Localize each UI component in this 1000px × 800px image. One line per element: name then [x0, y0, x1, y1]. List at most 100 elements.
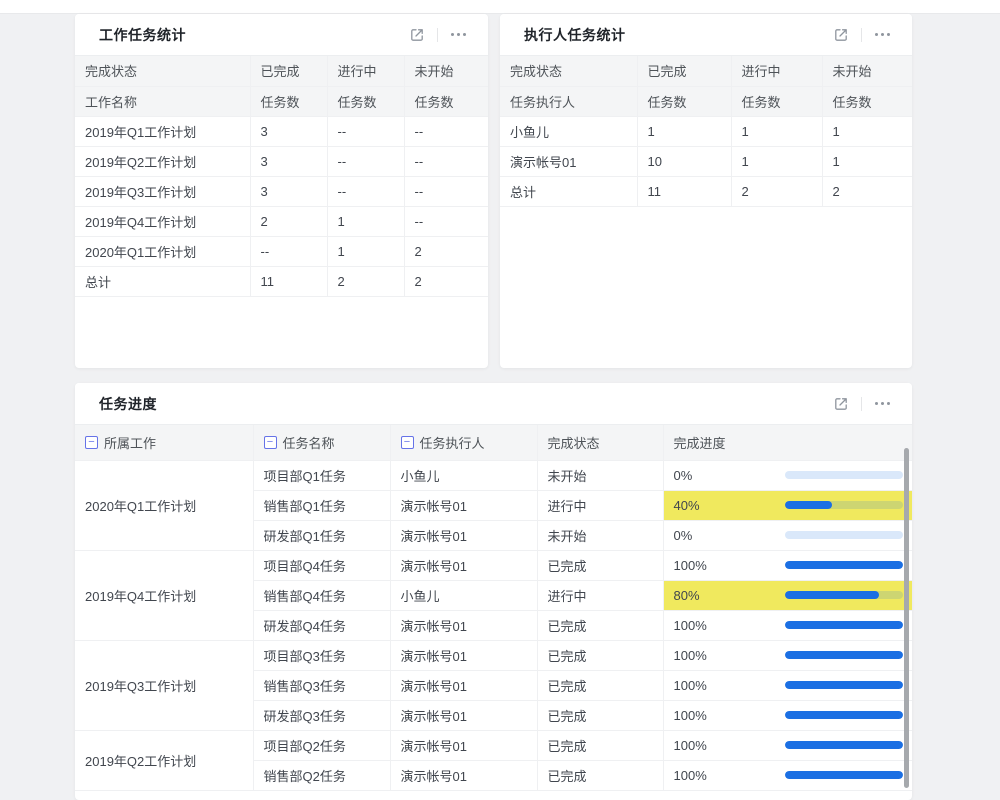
pivot-value-cell: 1 — [327, 236, 404, 266]
pivot-row-label: 2019年Q4工作计划 — [75, 206, 250, 236]
widget-actions — [405, 23, 470, 47]
progress-percent-label: 100% — [674, 708, 707, 723]
widget-title: 任务进度 — [99, 394, 157, 414]
pivot-header-cell: 已完成 — [637, 56, 731, 86]
column-header-content: −任务执行人 — [401, 433, 529, 452]
progress-cell: 0% — [663, 520, 912, 550]
more-icon[interactable] — [870, 23, 894, 47]
pivot-value-cell: 2 — [327, 266, 404, 296]
status-cell: 已完成 — [537, 610, 663, 640]
progress-bar-fill — [785, 621, 903, 629]
collapse-icon[interactable]: − — [401, 436, 414, 449]
progress-cell: 100% — [663, 610, 912, 640]
column-header-label: 所属工作 — [104, 433, 156, 452]
widget-header: 任务进度 — [75, 383, 912, 425]
column-header-label: 完成进度 — [674, 433, 726, 452]
progress-cell: 100% — [663, 550, 912, 580]
pivot-header-cell: 任务数 — [327, 86, 404, 116]
progress-bar-track — [785, 681, 903, 689]
pivot-value-cell: 3 — [250, 146, 327, 176]
table-row: 2020年Q1工作计划项目部Q1任务小鱼儿未开始0% — [75, 460, 912, 490]
table-row: 2019年Q2工作计划3---- — [75, 146, 488, 176]
collapse-icon[interactable]: − — [264, 436, 277, 449]
table-row: 总计1122 — [75, 266, 488, 296]
expand-icon[interactable] — [829, 23, 853, 47]
pivot-corner-cell: 完成状态 — [75, 56, 250, 86]
task-name-cell: 项目部Q1任务 — [253, 460, 390, 490]
table-row: 2019年Q1工作计划3---- — [75, 116, 488, 146]
status-cell: 未开始 — [537, 460, 663, 490]
pivot-value-cell: 1 — [822, 146, 912, 176]
actions-divider — [861, 28, 862, 42]
expand-icon[interactable] — [405, 23, 429, 47]
executor-cell: 演示帐号01 — [390, 610, 537, 640]
table-row: 2019年Q4工作计划21-- — [75, 206, 488, 236]
widget-actions — [829, 392, 894, 416]
pivot-header-row: 完成状态已完成进行中未开始 — [75, 56, 488, 86]
column-header-content: −任务名称 — [264, 433, 382, 452]
progress-percent-label: 100% — [674, 648, 707, 663]
pivot-row-label: 2019年Q2工作计划 — [75, 146, 250, 176]
column-header-content: −所属工作 — [85, 433, 245, 452]
pivot-header-cell: 已完成 — [250, 56, 327, 86]
vertical-scrollbar-thumb[interactable] — [904, 448, 909, 788]
progress-bar-track — [785, 711, 903, 719]
progress-bar-track — [785, 471, 903, 479]
task-name-cell: 销售部Q2任务 — [253, 760, 390, 790]
pivot-value-cell: 2 — [250, 206, 327, 236]
column-header: −任务执行人 — [390, 425, 537, 460]
task-progress-table: −所属工作−任务名称−任务执行人完成状态完成进度2020年Q1工作计划项目部Q1… — [75, 425, 912, 791]
status-cell: 未开始 — [537, 520, 663, 550]
pivot-row-label: 总计 — [500, 176, 637, 206]
more-icon[interactable] — [446, 23, 470, 47]
table-row: 2019年Q3工作计划3---- — [75, 176, 488, 206]
work-group-cell: 2019年Q3工作计划 — [75, 640, 253, 730]
task-name-cell: 销售部Q1任务 — [253, 490, 390, 520]
status-cell: 已完成 — [537, 670, 663, 700]
executor-cell: 演示帐号01 — [390, 550, 537, 580]
more-icon[interactable] — [870, 392, 894, 416]
task-name-cell: 研发部Q4任务 — [253, 610, 390, 640]
table-row: 2019年Q3工作计划项目部Q3任务演示帐号01已完成100% — [75, 640, 912, 670]
progress-cell: 100% — [663, 760, 912, 790]
widget-task-progress: 任务进度 −所属工作−任务名称−任务执行人完成状态完成进度2020年Q1工作计划… — [75, 383, 912, 800]
collapse-icon[interactable]: − — [85, 436, 98, 449]
pivot-value-cell: -- — [327, 146, 404, 176]
progress-bar-track — [785, 741, 903, 749]
progress-percent-label: 0% — [674, 468, 693, 483]
progress-cell: 0% — [663, 460, 912, 490]
progress-bar-fill — [785, 501, 832, 509]
task-name-cell: 项目部Q3任务 — [253, 640, 390, 670]
status-cell: 已完成 — [537, 700, 663, 730]
column-header: 完成进度 — [663, 425, 912, 460]
pivot-header-cell: 任务数 — [404, 86, 488, 116]
pivot-value-cell: -- — [250, 236, 327, 266]
pivot-value-cell: -- — [327, 116, 404, 146]
progress-bar-fill — [785, 771, 903, 779]
actions-divider — [437, 28, 438, 42]
progress-percent-label: 100% — [674, 618, 707, 633]
expand-icon[interactable] — [829, 392, 853, 416]
executor-cell: 演示帐号01 — [390, 520, 537, 550]
executor-cell: 演示帐号01 — [390, 670, 537, 700]
progress-percent-label: 40% — [674, 498, 700, 513]
pivot-row-label: 2019年Q1工作计划 — [75, 116, 250, 146]
progress-percent-label: 0% — [674, 528, 693, 543]
progress-percent-label: 80% — [674, 588, 700, 603]
status-cell: 已完成 — [537, 760, 663, 790]
pivot-value-cell: 2 — [731, 176, 822, 206]
progress-bar-track — [785, 651, 903, 659]
pivot-value-cell: -- — [404, 206, 488, 236]
pivot-header-row: 完成状态已完成进行中未开始 — [500, 56, 912, 86]
progress-bar-fill — [785, 741, 903, 749]
progress-bar-fill — [785, 591, 879, 599]
column-header-content: 完成进度 — [674, 433, 905, 452]
widget-work-task-stats: 工作任务统计 完成状态已完成进行中未开始工作名称任务数任务数任务数2019年Q1… — [75, 14, 488, 368]
progress-cell: 80% — [663, 580, 912, 610]
pivot-value-cell: -- — [404, 146, 488, 176]
executor-cell: 小鱼儿 — [390, 460, 537, 490]
work-group-cell: 2019年Q2工作计划 — [75, 730, 253, 790]
pivot-corner-cell: 任务执行人 — [500, 86, 637, 116]
status-cell: 已完成 — [537, 640, 663, 670]
pivot-header-cell: 任务数 — [731, 86, 822, 116]
